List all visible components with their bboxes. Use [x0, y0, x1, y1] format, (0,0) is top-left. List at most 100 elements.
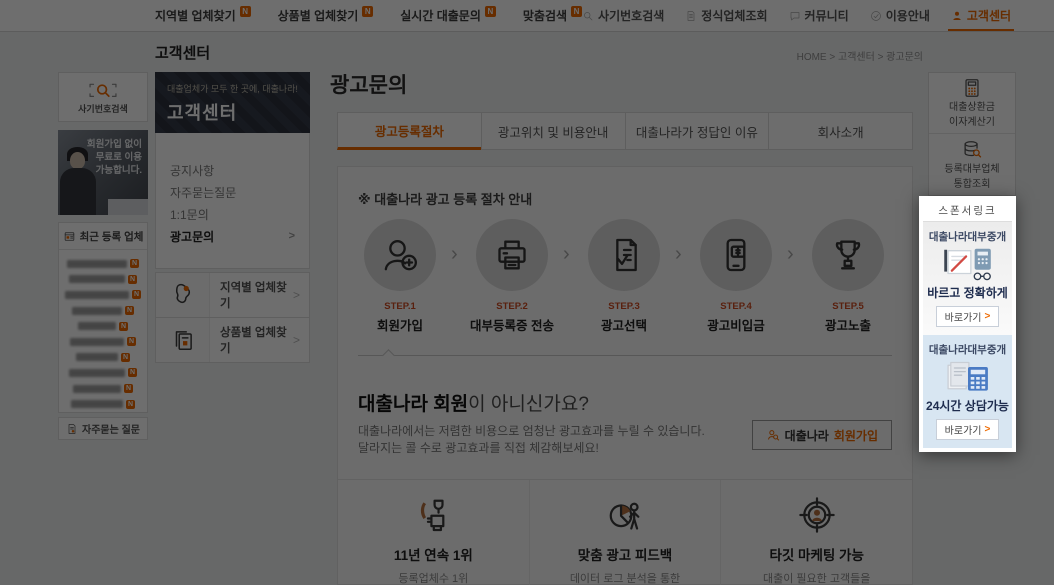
process-step-1: STEP.1 회원가입	[344, 219, 456, 334]
tab-2[interactable]: 광고위치 및 비용안내	[481, 112, 626, 150]
printer-icon	[492, 235, 532, 275]
sponsor-card-1[interactable]: 대출나라대부중개바르고 정확하게바로가기 >	[923, 222, 1012, 335]
recent-company-row[interactable]: N	[64, 272, 142, 288]
recent-company-row[interactable]: N	[64, 381, 142, 397]
feature-3: 타깃 마케팅 가능대출이 필요한 고객들을목표로한타깃 마케팅 가능	[720, 480, 912, 585]
menu-item-label: 자주묻는질문	[170, 184, 236, 201]
redacted-company-name	[65, 291, 129, 299]
redacted-company-name	[73, 385, 121, 393]
new-badge: N	[128, 275, 137, 284]
sponsor-company: 대출나라대부중개	[923, 342, 1012, 357]
promo-figure	[70, 152, 85, 169]
recent-company-row[interactable]: N	[64, 334, 142, 350]
topnav-label: 정식업체조회	[701, 7, 767, 24]
right-tools-box: 대출상환금이자계산기등록대부업체통합조회	[928, 72, 1016, 196]
topnav-right-group: 사기번호검색 정식업체조회 커뮤니티 이용안내 고객센터	[582, 0, 1011, 31]
fraud-number-search-box[interactable]: 사기번호검색	[58, 72, 148, 122]
feature-title: 11년 연속 1위	[338, 544, 529, 564]
topnav-right-item-1[interactable]: 사기번호검색	[582, 0, 664, 31]
fraud-search-icon	[86, 80, 120, 99]
section-title: 고객센터	[155, 42, 210, 63]
menu-shortcut-2[interactable]: 상품별 업체찾기>	[155, 317, 310, 363]
recent-companies-box: 최근 등록 업체 NNNNNNNNNN	[58, 222, 148, 413]
tab-3[interactable]: 대출나라가 정답인 이유	[625, 112, 770, 150]
new-badge: N	[130, 259, 139, 268]
shortcut-label: 지역별 업체찾기	[210, 273, 293, 317]
shortcut-label: 상품별 업체찾기	[210, 318, 293, 362]
topnav-left-item-3[interactable]: 실시간 대출문의 N	[400, 0, 496, 31]
step-number: STEP.1	[344, 301, 456, 312]
step-label: 회원가입	[344, 315, 456, 334]
topnav-label: 실시간 대출문의	[400, 7, 481, 24]
trophy-icon	[828, 235, 868, 275]
redacted-company-name	[71, 400, 123, 408]
topnav-right-item-2[interactable]: 정식업체조회	[685, 0, 767, 31]
customer-center-menu: 공지사항자주묻는질문 1:1문의광고문의>	[155, 133, 310, 269]
step-label: 대부등록증 전송	[456, 315, 568, 334]
sponsor-tagline: 바르고 정확하게	[923, 284, 1012, 301]
topnav-left-item-1[interactable]: 지역별 업체찾기N	[155, 0, 251, 31]
process-heading: ※ 대출나라 광고 등록 절차 안내	[358, 189, 532, 208]
feature-line: 대출이 필요한 고객들을	[721, 572, 912, 585]
tool-1[interactable]: 대출상환금이자계산기	[929, 73, 1015, 134]
recent-companies-list: NNNNNNNNNN	[59, 250, 147, 416]
faq-doc-icon	[66, 423, 78, 435]
tool-2[interactable]: 등록대부업체통합조회	[929, 134, 1015, 195]
breadcrumb: HOME > 고객센터 > 광고문의	[797, 48, 923, 63]
topnav-label: 사기번호검색	[598, 7, 664, 24]
topnav-left-item-2[interactable]: 상품별 업체찾기N	[278, 0, 374, 31]
recent-company-row[interactable]: N	[64, 396, 142, 412]
sponsor-header: 스폰서링크	[923, 200, 1012, 222]
sponsor-card-2[interactable]: 대출나라대부중개24시간 상담가능바로가기 >	[923, 335, 1012, 448]
process-step-2: STEP.2대부등록증 전송	[456, 219, 568, 334]
target-customer-icon	[798, 496, 836, 534]
feature-columns: 11년 연속 1위등록업체수 1위대출문의수 1위11년 연속 대출중개 분야 …	[338, 479, 912, 585]
feature-title: 타깃 마케팅 가능	[721, 544, 912, 564]
chevron-right-icon: >	[293, 273, 309, 317]
person-icon	[951, 10, 963, 22]
customer-center-menu-header: 대출업체가 모두 한 곳에, 대출나라! 고객센터	[155, 72, 310, 133]
recent-company-row[interactable]: N	[64, 287, 142, 303]
topnav-right-item-3[interactable]: 커뮤니티	[789, 0, 849, 31]
page-title: 광고문의	[330, 69, 407, 99]
signup-button[interactable]: 대출나라 회원가입	[752, 420, 892, 450]
mobile-pay-icon	[716, 235, 756, 275]
tab-4[interactable]: 회사소개	[768, 112, 913, 150]
tool-label: 이자계산기	[949, 117, 995, 129]
redacted-company-name	[69, 275, 125, 283]
topnav-label: 맞춤검색	[523, 7, 567, 24]
process-divider	[358, 355, 892, 356]
menu-item-4[interactable]: 광고문의>	[170, 225, 295, 247]
promo-text: 회원가입 없이 무료로 이용 가능합니다.	[87, 138, 142, 177]
topnav-right-item-4[interactable]: 이용안내	[870, 0, 930, 31]
feature-2: 맞춤 광고 피드백데이터 로그 분석을 통한업체별맞춤 광고 피드백 전달	[529, 480, 721, 585]
topnav-left-item-4[interactable]: 맞춤검색 N	[523, 0, 582, 31]
sponsor-cta-button[interactable]: 바로가기 >	[936, 306, 1000, 327]
chat-icon	[789, 10, 801, 22]
divider-caret	[382, 349, 395, 362]
new-badge: N	[571, 6, 582, 17]
recent-company-row[interactable]: N	[64, 350, 142, 366]
tab-1[interactable]: 광고등록절차	[337, 112, 482, 150]
sponsor-cta-button[interactable]: 바로가기 >	[936, 419, 1000, 440]
recent-company-row[interactable]: N	[64, 303, 142, 319]
menu-item-1[interactable]: 공지사항	[170, 159, 295, 181]
recent-companies-title: 최근 등록 업체	[80, 229, 144, 244]
new-badge: N	[125, 306, 134, 315]
process-step-4: STEP.4광고비입금	[680, 219, 792, 334]
chevron-right-icon: >	[984, 311, 990, 322]
menu-shortcut-1[interactable]: 지역별 업체찾기>	[155, 272, 310, 318]
topnav-right-item-5[interactable]: 고객센터	[951, 0, 1011, 31]
recent-company-row[interactable]: N	[64, 318, 142, 334]
step-label: 광고선택	[568, 315, 680, 334]
menu-item-label: 공지사항	[170, 162, 214, 179]
recent-company-row[interactable]: N	[64, 365, 142, 381]
promo-banner[interactable]: 회원가입 없이 무료로 이용 가능합니다.	[58, 130, 148, 215]
new-badge: N	[485, 6, 496, 17]
menu-item-2[interactable]: 자주묻는질문	[170, 181, 295, 203]
faq-shortcut-box[interactable]: 자주묻는 질문	[58, 417, 148, 440]
process-step-5: STEP.5광고노출	[792, 219, 904, 334]
menu-item-3[interactable]: 1:1문의	[170, 203, 295, 225]
recent-company-row[interactable]: N	[64, 256, 142, 272]
search-icon	[582, 10, 594, 22]
